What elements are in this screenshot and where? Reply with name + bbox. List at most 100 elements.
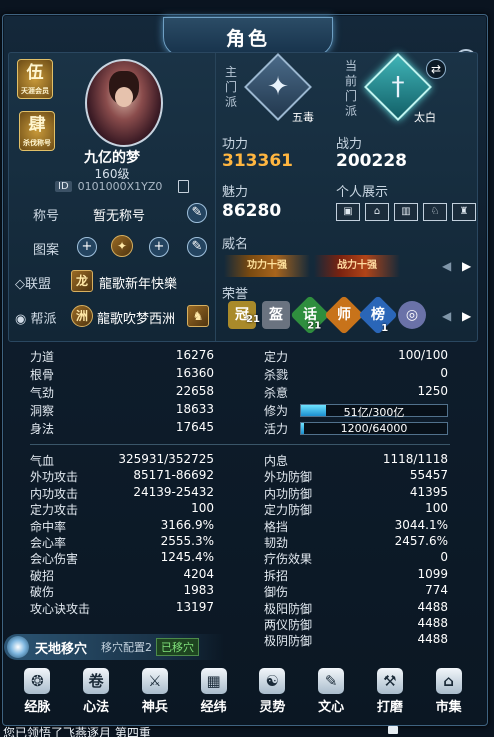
stat-label: 定力防御	[264, 503, 313, 518]
honor-talk-icon[interactable]: 话 21	[290, 295, 330, 335]
window-title: 角色	[163, 17, 333, 57]
tab-meridian[interactable]: ❂ 经脉	[12, 668, 62, 715]
edit-pattern-button[interactable]: ✎	[187, 237, 207, 257]
stat-label: 命中率	[30, 519, 67, 534]
stat-row: 身法 17645 活力 1200/64000	[30, 420, 456, 437]
id-card-icon[interactable]: ▣	[336, 203, 360, 221]
stat-value: 2457.6%	[394, 534, 448, 548]
guild-emblem: 洲	[71, 305, 93, 327]
grid-icon: ▦	[200, 668, 227, 694]
tab-gourd[interactable]: ☯ 灵势	[247, 668, 297, 715]
stat-label: 破伤	[30, 585, 55, 600]
stat-label: 会心伤害	[30, 552, 79, 567]
stat-label: 会心率	[30, 536, 67, 550]
acupoint-shift-bar[interactable]: 天地移穴 移穴配置2 已移穴	[4, 634, 224, 660]
honor-label: 荣誉	[222, 287, 249, 302]
stat-label: 外功攻击	[30, 470, 79, 485]
scroll-icon: 卷	[83, 668, 110, 694]
stat-label: 极阴防御	[264, 634, 313, 649]
gongli-label: 功力	[222, 137, 249, 152]
acupoint-status-badge: 已移穴	[156, 638, 200, 656]
chart-icon[interactable]: ▥	[394, 203, 418, 221]
stat-label: 内功防御	[264, 486, 313, 501]
tab-weapon[interactable]: ⚔ 神兵	[130, 668, 180, 715]
pattern-label: 图案	[33, 243, 60, 258]
main-school-label: 主门派	[224, 65, 237, 109]
honor-crown-icon[interactable]: 冠 21	[228, 301, 260, 329]
acupoint-config-label[interactable]: 移穴配置2	[101, 639, 152, 655]
alliance-label: ◇联盟	[15, 277, 51, 292]
fame-badge-gongli[interactable]: 功力十强	[224, 255, 310, 277]
honor-ranking-icon[interactable]: 榜1	[358, 295, 398, 335]
stat-row: 气劲 22658 杀意 1250	[30, 384, 448, 400]
alliance-name[interactable]: 龍歌新年快樂	[99, 273, 177, 292]
quill-icon: ✎	[318, 668, 345, 694]
honor-icons: 冠 21 盔 话 21 师 榜1 ◎	[228, 295, 426, 335]
add-pattern-button-1[interactable]: +	[77, 237, 97, 257]
guild-name[interactable]: 龍歌吹梦西洲	[97, 308, 175, 327]
honor-orb-icon[interactable]: ◎	[398, 301, 426, 329]
stat-value: 4488	[417, 632, 448, 647]
profile-column: 伍天涯会员 肆杀伐称号 九亿的梦 160级 ID 0101000X1YZ0 称号…	[9, 53, 215, 341]
stat-row: 气血 325931/352725 内息 1118/1118	[30, 452, 456, 469]
stat-value: 85171-86692	[133, 468, 214, 483]
tab-hammer[interactable]: ⚒ 打磨	[365, 668, 415, 715]
edit-title-button[interactable]: ✎	[187, 203, 207, 223]
tab-label: 市集	[435, 700, 462, 715]
stat-row: 洞察 18633 修为 51亿/300亿	[30, 402, 456, 419]
swap-school-icon[interactable]: ⇄	[426, 59, 446, 79]
tab-label: 经纬	[200, 700, 227, 715]
honor-prev-arrow[interactable]: ◀	[442, 309, 451, 323]
yin-yang-icon	[7, 636, 29, 658]
rank-badge[interactable]: 肆杀伐称号	[19, 111, 55, 151]
personal-show-icons: ▣ ⌂ ▥ ♘ ♜	[336, 203, 476, 221]
honor-helmet-icon[interactable]: 盔	[262, 301, 290, 329]
meili-value: 86280	[222, 201, 282, 221]
stat-value: 1118/1118	[382, 452, 448, 466]
pattern-emblem[interactable]: ✦	[111, 235, 133, 257]
outfit-icon[interactable]: ♜	[452, 203, 476, 221]
honor-master-icon[interactable]: 师	[324, 295, 364, 335]
stat-row: 力道 16276 定力 100/100	[30, 348, 448, 364]
guild-banner-icon[interactable]: ♞	[187, 305, 209, 327]
add-pattern-button-2[interactable]: +	[149, 237, 169, 257]
character-overview-panel: 伍天涯会员 肆杀伐称号 九亿的梦 160级 ID 0101000X1YZ0 称号…	[8, 52, 478, 342]
vitality-bar: 1200/64000	[300, 422, 448, 435]
avatar[interactable]	[85, 59, 163, 147]
chat-folder-icon[interactable]	[388, 726, 398, 734]
id-row: ID 0101000X1YZ0	[55, 180, 190, 193]
tab-quill[interactable]: ✎ 文心	[306, 668, 356, 715]
stat-label: 韧劲	[264, 536, 289, 550]
house-icon[interactable]: ⌂	[365, 203, 389, 221]
cultivation-bar: 51亿/300亿	[300, 404, 448, 419]
stat-row: 两仪防御 4488	[30, 616, 456, 633]
hammer-icon: ⚒	[376, 668, 403, 694]
gourd-icon: ☯	[259, 668, 286, 694]
gongli-value: 313361	[222, 151, 293, 171]
stat-value: 3166.9%	[160, 517, 214, 532]
stat-value: 4204	[183, 566, 214, 581]
id-value: 0101000X1YZ0	[77, 180, 163, 193]
wudu-icon: ✦	[267, 72, 289, 102]
tab-shop[interactable]: ⌂ 市集	[424, 668, 474, 715]
stat-value: 1983	[183, 583, 214, 598]
current-school-name: 太白	[414, 111, 436, 124]
main-school-name: 五毒	[292, 111, 314, 124]
tab-grid[interactable]: ▦ 经纬	[189, 668, 239, 715]
vip-badge[interactable]: 伍天涯会员	[17, 59, 53, 99]
tab-label: 文心	[318, 700, 345, 715]
copy-icon[interactable]	[178, 180, 190, 193]
stat-value: 774	[425, 583, 448, 598]
stat-label: 气血	[30, 454, 55, 468]
tab-label: 神兵	[141, 700, 168, 715]
stat-value: 1099	[417, 566, 448, 581]
honor-next-arrow[interactable]: ▶	[462, 309, 471, 323]
tab-scroll[interactable]: 卷心法	[71, 668, 121, 715]
fame-badge-zhanli[interactable]: 战力十强	[314, 255, 400, 277]
fame-prev-arrow[interactable]: ◀	[442, 259, 451, 273]
id-tag: ID	[55, 181, 72, 192]
horse-icon[interactable]: ♘	[423, 203, 447, 221]
stat-label: 两仪防御	[264, 618, 313, 632]
fame-next-arrow[interactable]: ▶	[462, 259, 471, 273]
stat-value: 0	[440, 550, 448, 565]
